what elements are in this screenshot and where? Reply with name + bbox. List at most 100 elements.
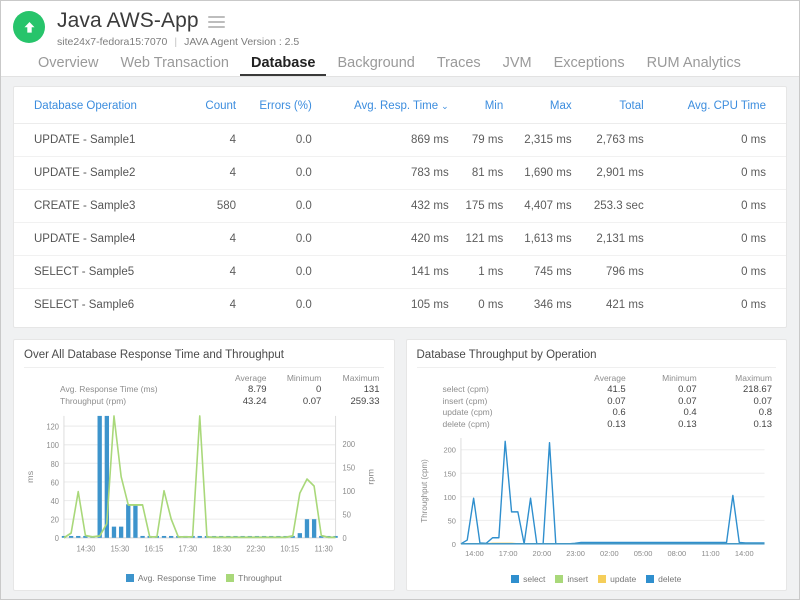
right-legend-item[interactable]: delete [646,574,681,584]
column-header-errors[interactable]: Errors (%) [236,87,312,124]
stats-cell-maximum: 0.07 [701,396,776,408]
svg-text:150: 150 [343,463,356,473]
svg-text:200: 200 [443,446,455,455]
bar [305,519,309,538]
svg-text:14:00: 14:00 [465,549,484,558]
svg-text:02:00: 02:00 [600,549,619,558]
svg-text:120: 120 [46,422,59,432]
legend-swatch-icon [646,575,654,583]
column-header-database-operation[interactable]: Database Operation [14,87,192,124]
bar [112,527,116,538]
cell-total: 2,131 ms [572,223,644,256]
right-stats-row: insert (cpm)0.070.070.07 [417,396,777,408]
stats-cell-minimum: 0.13 [630,419,701,431]
stats-header-maximum: Maximum [701,372,776,384]
stats-cell-label: Avg. Response Time (ms) [24,384,220,396]
legend-swatch-icon [598,575,606,583]
left-legend-item[interactable]: Throughput [226,573,281,583]
right-legend-item[interactable]: select [511,574,545,584]
right-chart-legend: select insert update delete [417,572,777,584]
bar [76,536,80,538]
svg-text:14:30: 14:30 [77,544,96,554]
chevron-down-icon[interactable]: ⌄ [441,101,449,112]
line-series-select [460,441,764,544]
cell-total: 2,901 ms [572,157,644,190]
cell-operation: UPDATE - Sample1 [14,124,192,157]
tab-background[interactable]: Background [326,55,425,76]
stats-cell-average: 0.07 [564,396,629,408]
left-chart-title: Over All Database Response Time and Thro… [24,349,384,368]
column-header-total[interactable]: Total [572,87,644,124]
left-chart-legend: Avg. Response Time Throughput [24,570,384,584]
table-row[interactable]: CREATE - Sample35800.0432 ms175 ms4,407 … [14,190,786,223]
hamburger-menu-icon[interactable] [208,14,225,28]
cell-max: 745 ms [503,256,571,289]
left-chart-stats: AverageMinimumMaximum Avg. Response Time… [24,372,384,407]
legend-label: insert [567,574,588,584]
tab-database[interactable]: Database [240,55,326,76]
stats-cell-label: select (cpm) [417,384,565,396]
cell-count: 4 [192,256,236,289]
table-row[interactable]: UPDATE - Sample440.0420 ms121 ms1,613 ms… [14,223,786,256]
column-header-min[interactable]: Min [449,87,504,124]
cell-min: 121 ms [449,223,504,256]
stats-label-header [24,372,220,384]
legend-swatch-icon [511,575,519,583]
page-title: Java AWS-App [57,10,199,32]
table-row[interactable]: SELECT - Sample540.0141 ms1 ms745 ms796 … [14,256,786,289]
column-header-max[interactable]: Max [503,87,571,124]
column-header-count[interactable]: Count [192,87,236,124]
cell-errors: 0.0 [236,190,312,223]
stats-cell-minimum: 0.07 [271,396,326,408]
cell-avg-resp: 420 ms [312,223,449,256]
left-legend-item[interactable]: Avg. Response Time [126,573,216,583]
stats-cell-label: update (cpm) [417,407,565,419]
stats-cell-label: insert (cpm) [417,396,565,408]
agent-version-label: JAVA Agent Version : 2.5 [184,36,299,48]
column-header-avg-resp-time[interactable]: Avg. Resp. Time⌄ [312,87,449,124]
cell-total: 2,763 ms [572,124,644,157]
main-tabs: OverviewWeb TransactionDatabaseBackgroun… [1,49,799,77]
right-stats-row: delete (cpm)0.130.130.13 [417,419,777,431]
cell-max: 1,613 ms [503,223,571,256]
left-stats-row: Avg. Response Time (ms)8.790131 [24,384,384,396]
svg-text:50: 50 [343,510,352,520]
table-body: UPDATE - Sample140.0869 ms79 ms2,315 ms2… [14,124,786,322]
cell-errors: 0.0 [236,223,312,256]
svg-text:0: 0 [343,534,348,544]
table-row[interactable]: UPDATE - Sample140.0869 ms79 ms2,315 ms2… [14,124,786,157]
tab-overview[interactable]: Overview [27,55,109,76]
cell-errors: 0.0 [236,289,312,322]
subtitle-separator: | [174,36,177,48]
svg-text:05:00: 05:00 [633,549,652,558]
svg-text:11:30: 11:30 [315,544,334,554]
cell-min: 79 ms [449,124,504,157]
svg-text:22:30: 22:30 [246,544,265,554]
cell-avg-cpu: 0 ms [644,157,786,190]
cell-max: 4,407 ms [503,190,571,223]
tab-rum-analytics[interactable]: RUM Analytics [636,55,752,76]
cell-count: 4 [192,223,236,256]
tab-exceptions[interactable]: Exceptions [543,55,636,76]
table-row[interactable]: SELECT - Sample640.0105 ms0 ms346 ms421 … [14,289,786,322]
svg-text:23:00: 23:00 [566,549,585,558]
bar [162,536,166,538]
cell-count: 4 [192,289,236,322]
svg-text:60: 60 [51,478,60,488]
app-header: Java AWS-App site24x7-fedora15:7070 | JA… [1,1,799,49]
svg-text:40: 40 [51,497,60,507]
table-row[interactable]: UPDATE - Sample240.0783 ms81 ms1,690 ms2… [14,157,786,190]
right-chart-svg: Throughput (cpm)05010015020014:0017:0020… [417,432,777,572]
app-window: Java AWS-App site24x7-fedora15:7070 | JA… [0,0,800,600]
column-header-avg-cpu-time[interactable]: Avg. CPU Time [644,87,786,124]
svg-text:20: 20 [51,515,60,525]
tab-traces[interactable]: Traces [426,55,492,76]
right-legend-item[interactable]: update [598,574,636,584]
cell-avg-cpu: 0 ms [644,190,786,223]
cell-operation: UPDATE - Sample4 [14,223,192,256]
tab-web-transaction[interactable]: Web Transaction [109,55,240,76]
cell-operation: SELECT - Sample6 [14,289,192,322]
tab-jvm[interactable]: JVM [492,55,543,76]
cell-min: 81 ms [449,157,504,190]
right-legend-item[interactable]: insert [555,574,588,584]
